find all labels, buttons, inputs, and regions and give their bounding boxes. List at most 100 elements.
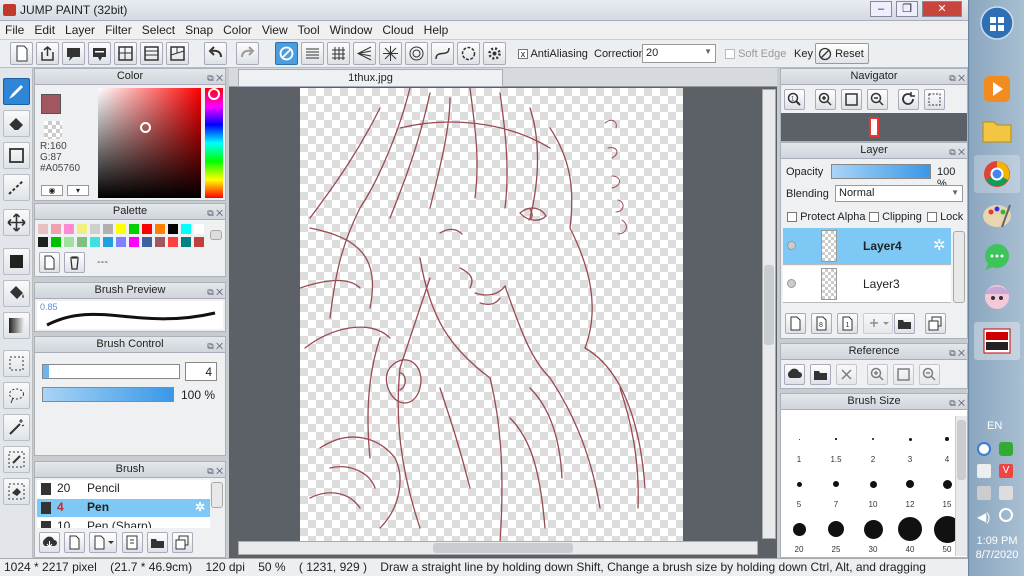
fill-rect-tool-icon[interactable]	[3, 248, 30, 275]
panel-float-close-icon[interactable]: ⧉ ✕	[949, 346, 965, 361]
brush-size-input[interactable]: 4	[185, 362, 217, 381]
bucket-tool-icon[interactable]	[3, 280, 30, 307]
brush-size-dot[interactable]	[908, 437, 912, 441]
eye-dropper-button[interactable]: ◉	[41, 185, 63, 196]
palette-swatch[interactable]	[64, 237, 74, 247]
undo-icon[interactable]	[204, 42, 227, 65]
vpn-tray-icon[interactable]: V	[999, 464, 1013, 478]
layer-row-layer4[interactable]: Layer4 ✲	[783, 228, 951, 265]
color-menu-button[interactable]: ▾	[67, 185, 89, 196]
navigator-preview[interactable]	[781, 113, 967, 141]
brush-import-icon[interactable]	[39, 532, 60, 553]
parallel-snap-icon[interactable]	[301, 42, 324, 65]
comment-icon[interactable]	[62, 42, 85, 65]
palette-swatch[interactable]	[38, 237, 48, 247]
transparent-color-swatch[interactable]	[44, 121, 62, 139]
brush-folder-icon[interactable]	[147, 532, 168, 553]
menu-cloud[interactable]: Cloud	[377, 21, 418, 39]
select-pen-icon[interactable]	[3, 446, 30, 473]
ring-snap-icon[interactable]	[457, 42, 480, 65]
zoom-out-icon[interactable]	[867, 89, 888, 110]
network-tray-icon[interactable]	[999, 442, 1013, 456]
palette-swatch[interactable]	[168, 224, 178, 234]
new-file-icon[interactable]	[10, 42, 33, 65]
snap-off-icon[interactable]	[275, 42, 298, 65]
palette-swatch[interactable]	[194, 224, 204, 234]
palette-swatch[interactable]	[38, 224, 48, 234]
palette-swatch[interactable]	[129, 237, 139, 247]
panel-float-close-icon[interactable]: ⧉ ✕	[207, 71, 223, 86]
menu-select[interactable]: Select	[137, 21, 180, 39]
reset-button[interactable]: Reset	[815, 43, 869, 64]
palette-swatch[interactable]	[77, 224, 87, 234]
eraser-tool-icon[interactable]	[3, 110, 30, 137]
panel-float-close-icon[interactable]: ⧉ ✕	[949, 71, 965, 86]
system-clock[interactable]: 1:09 PM 8/7/2020	[969, 534, 1024, 562]
file-explorer-icon[interactable]	[974, 112, 1020, 150]
palette-swatch[interactable]	[51, 224, 61, 234]
hue-slider[interactable]	[205, 88, 223, 198]
brush-copy-icon[interactable]	[172, 532, 193, 553]
panel-float-close-icon[interactable]: ⧉ ✕	[207, 464, 223, 479]
layer-add-menu-icon[interactable]	[863, 313, 893, 334]
vertical-scrollbar[interactable]	[762, 89, 776, 539]
palette-swatch[interactable]	[155, 237, 165, 247]
eye-icon[interactable]	[787, 279, 796, 288]
palette-swatch[interactable]	[181, 224, 191, 234]
usb-tray-icon[interactable]	[999, 486, 1013, 500]
curve-snap-icon[interactable]	[431, 42, 454, 65]
document-tab[interactable]: 1thux.jpg	[238, 69, 503, 87]
blending-select[interactable]: Normal ▼	[835, 185, 963, 202]
delete-palette-icon[interactable]	[64, 252, 85, 273]
menu-edit[interactable]: Edit	[29, 21, 60, 39]
chrome-icon[interactable]	[974, 155, 1020, 193]
clipping-checkbox[interactable]: Clipping	[869, 211, 922, 223]
antialiasing-checkbox[interactable]: x AntiAliasing	[518, 48, 588, 60]
palette-swatch[interactable]	[90, 237, 100, 247]
flip-icon[interactable]	[924, 89, 945, 110]
panel-float-close-icon[interactable]: ⧉ ✕	[207, 206, 223, 221]
manga-frame-icon[interactable]	[166, 42, 189, 65]
brush-options-icon[interactable]	[89, 532, 117, 553]
gradient-tool-icon[interactable]	[3, 312, 30, 339]
minimize-button[interactable]: –	[870, 1, 892, 17]
reference-cloud-icon[interactable]	[784, 364, 805, 385]
palette-swatch[interactable]	[155, 224, 165, 234]
brush-tool-icon[interactable]	[3, 78, 30, 105]
brush-size-dot[interactable]	[835, 438, 837, 440]
brush-item-pen[interactable]: 4 Pen ✲	[37, 499, 210, 517]
zalo-tray-icon[interactable]	[977, 442, 991, 456]
rotate-icon[interactable]	[898, 89, 919, 110]
rectangle-tool-icon[interactable]	[3, 142, 30, 169]
lasso-tool-icon[interactable]	[3, 382, 30, 409]
panel-layout-icon[interactable]	[140, 42, 163, 65]
jump-paint-taskbar-icon[interactable]	[974, 322, 1020, 360]
layer-opacity-slider[interactable]	[831, 164, 931, 179]
brush-size-dot[interactable]	[906, 480, 914, 488]
brush-size-slider[interactable]	[42, 364, 180, 379]
brush-size-dot[interactable]	[796, 481, 802, 487]
layer-row-layer3[interactable]: Layer3	[783, 266, 951, 303]
brush-size-dot[interactable]	[863, 519, 883, 539]
brush-size-dot[interactable]	[798, 438, 800, 440]
reference-open-icon[interactable]	[810, 364, 831, 385]
reference-zoom-out-icon[interactable]	[919, 364, 940, 385]
volume-icon[interactable]: ◀)	[977, 510, 990, 524]
close-button[interactable]: ✕	[922, 1, 962, 17]
palette-swatch[interactable]	[116, 224, 126, 234]
new-layer-icon[interactable]	[785, 313, 806, 334]
concentric-snap-icon[interactable]	[405, 42, 428, 65]
palette-swatch[interactable]	[181, 237, 191, 247]
grid-frame-icon[interactable]	[114, 42, 137, 65]
panel-float-close-icon[interactable]: ⧉ ✕	[949, 145, 965, 160]
horizontal-scrollbar[interactable]	[238, 541, 758, 555]
panel-float-close-icon[interactable]: ⧉ ✕	[207, 339, 223, 354]
palette-swatch[interactable]	[142, 224, 152, 234]
menu-layer[interactable]: Layer	[60, 21, 100, 39]
new-palette-icon[interactable]	[39, 252, 60, 273]
new-1bit-layer-icon[interactable]: 1	[837, 313, 858, 334]
palette-swatch[interactable]	[103, 237, 113, 247]
brush-size-dot[interactable]	[942, 479, 952, 489]
restore-button[interactable]: ❐	[896, 1, 918, 17]
reference-fit-icon[interactable]	[893, 364, 914, 385]
